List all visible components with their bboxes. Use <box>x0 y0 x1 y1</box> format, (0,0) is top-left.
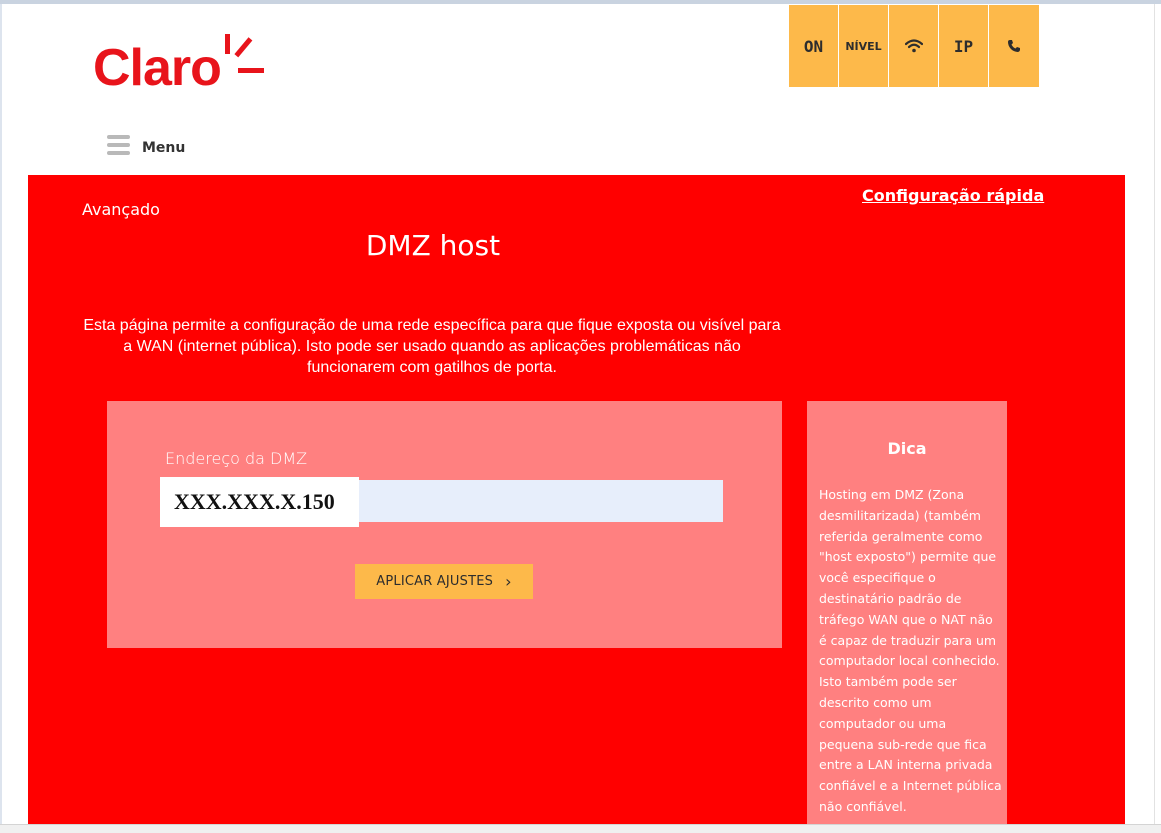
vertical-scrollbar[interactable] <box>1154 4 1161 824</box>
page-description: Esta página permite a configuração de um… <box>83 317 781 376</box>
browser-viewport: Claro ON NÍVEL IP Menu Avançado Configur… <box>0 0 1161 833</box>
hamburger-icon <box>107 135 130 156</box>
main-content: Avançado Configuração rápida DMZ host Es… <box>28 175 1125 831</box>
claro-logo[interactable]: Claro <box>93 30 268 100</box>
apply-settings-label: APLICAR AJUSTES <box>376 574 494 589</box>
apply-settings-button[interactable]: APLICAR AJUSTES › <box>355 564 533 599</box>
tip-panel: Dica Hosting em DMZ (Zona desmilitarizad… <box>807 401 1007 831</box>
status-bar: ON NÍVEL IP <box>789 5 1039 87</box>
dmz-address-field[interactable]: XXX.XXX.X.150 <box>160 477 723 527</box>
dmz-address-label: Endereço da DMZ <box>165 449 308 468</box>
status-ip-label: IP <box>953 36 974 56</box>
breadcrumb-advanced[interactable]: Avançado <box>82 200 160 219</box>
page-title: DMZ host <box>365 229 501 262</box>
wifi-icon <box>904 39 923 53</box>
menu-toggle[interactable]: Menu <box>107 135 185 156</box>
status-level-button[interactable]: NÍVEL <box>839 5 889 87</box>
status-ip-button[interactable]: IP <box>939 5 989 87</box>
logo-rays-icon <box>225 34 264 73</box>
tip-title: Dica <box>887 439 927 458</box>
phone-icon <box>1008 40 1020 52</box>
logo-text: Claro <box>93 39 222 97</box>
chevron-right-icon: › <box>505 572 512 591</box>
dmz-address-value[interactable]: XXX.XXX.X.150 <box>160 477 359 527</box>
window-left-edge <box>0 4 2 824</box>
status-on-button[interactable]: ON <box>789 5 839 87</box>
status-phone-button[interactable] <box>989 5 1039 87</box>
quick-config-link[interactable]: Configuração rápida <box>862 186 1044 205</box>
tip-text: Hosting em DMZ (Zona desmilitarizada) (t… <box>819 487 1002 814</box>
dmz-form-panel: Endereço da DMZ XXX.XXX.X.150 APLICAR AJ… <box>107 401 782 648</box>
window-top-border <box>0 0 1161 4</box>
status-on-label: ON <box>803 36 824 56</box>
status-level-label: NÍVEL <box>845 39 882 53</box>
menu-label: Menu <box>142 140 186 156</box>
status-wifi-button[interactable] <box>889 5 939 87</box>
